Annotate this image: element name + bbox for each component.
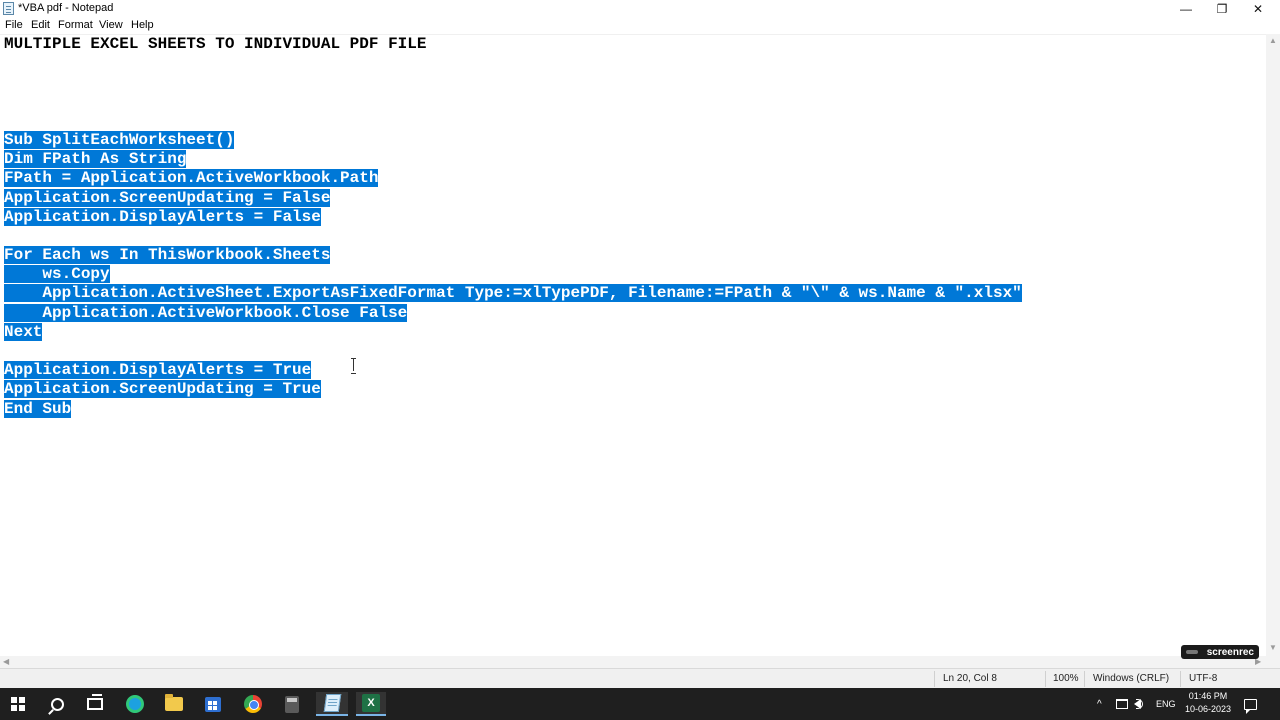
cursor-position: Ln 20, Col 8 — [943, 673, 997, 684]
store-icon — [205, 696, 221, 712]
notepad-app-icon — [3, 2, 14, 15]
editor-line: Application.DisplayAlerts = True — [4, 361, 1022, 380]
selected-line-text: Next — [4, 322, 43, 341]
notepad-icon — [323, 694, 341, 712]
menu-bar: File Edit Format View Help — [0, 18, 1280, 34]
show-hidden-icons-chevron-icon[interactable]: ^ — [1097, 688, 1102, 720]
clock-date: 10-06-2023 — [1184, 704, 1232, 714]
search-button[interactable] — [43, 692, 71, 716]
selected-line-text: Application.DisplayAlerts = True — [4, 361, 312, 380]
horizontal-scrollbar[interactable] — [0, 656, 1266, 668]
notifications-button[interactable] — [1244, 688, 1257, 720]
taskbar: X ^ ENG 01:46 PM 10-06-2023 — [0, 688, 1280, 720]
selected-line-text: Application.DisplayAlerts = False — [4, 207, 321, 226]
status-bar: Ln 20, Col 8 100% Windows (CRLF) UTF-8 — [0, 668, 1280, 688]
editor-line: Application.ScreenUpdating = True — [4, 380, 1022, 399]
notepad-taskbar-button[interactable] — [316, 692, 348, 716]
scroll-down-arrow-icon[interactable]: ▼ — [1269, 643, 1277, 652]
selected-line-text: Application.ScreenUpdating = True — [4, 380, 321, 399]
excel-icon: X — [362, 694, 380, 712]
edge-button[interactable] — [121, 692, 149, 716]
calculator-button[interactable] — [278, 692, 306, 716]
menu-edit[interactable]: Edit — [31, 19, 50, 31]
close-button[interactable]: ✕ — [1240, 0, 1276, 18]
input-language[interactable]: ENG — [1156, 688, 1176, 720]
chrome-button[interactable] — [239, 692, 267, 716]
editor-text: MULTIPLE EXCEL SHEETS TO INDIVIDUAL PDF … — [4, 35, 1022, 419]
restore-button[interactable]: ❐ — [1204, 0, 1240, 18]
selected-line-text: Application.ScreenUpdating = False — [4, 188, 331, 207]
volume-button[interactable] — [1134, 688, 1143, 720]
screenrec-watermark: screenrec — [1181, 645, 1259, 659]
selected-line-text: Sub SplitEachWorksheet() — [4, 130, 235, 149]
edge-icon — [126, 695, 144, 713]
text-editor[interactable]: MULTIPLE EXCEL SHEETS TO INDIVIDUAL PDF … — [0, 34, 1266, 656]
selected-line-text: For Each ws In ThisWorkbook.Sheets — [4, 246, 331, 265]
minimize-button[interactable]: — — [1168, 0, 1204, 18]
file-explorer-icon — [165, 694, 183, 711]
window-title: *VBA pdf - Notepad — [18, 2, 114, 14]
windows-start-icon — [11, 697, 25, 711]
editor-line: Application.ActiveSheet.ExportAsFixedFor… — [4, 284, 1022, 303]
editor-line: End Sub — [4, 399, 1022, 419]
editor-line: Dim FPath As String — [4, 150, 1022, 169]
notification-icon — [1244, 698, 1257, 714]
volume-icon — [1134, 699, 1143, 709]
status-separator — [1045, 671, 1046, 687]
editor-line: Application.ActiveWorkbook.Close False — [4, 303, 1022, 323]
network-icon — [1116, 699, 1128, 709]
clock-time: 01:46 PM — [1188, 691, 1228, 701]
file-explorer-button[interactable] — [160, 692, 188, 716]
editor-line: Application.DisplayAlerts = False — [4, 207, 1022, 227]
menu-file[interactable]: File — [5, 19, 23, 31]
clock[interactable]: 01:46 PM 10-06-2023 — [1184, 690, 1232, 716]
line-ending: Windows (CRLF) — [1093, 673, 1170, 684]
network-button[interactable] — [1116, 688, 1128, 720]
editor-line: FPath = Application.ActiveWorkbook.Path — [4, 169, 1022, 188]
editor-line: For Each ws In ThisWorkbook.Sheets — [4, 246, 1022, 265]
selected-line-text: Application.ActiveSheet.ExportAsFixedFor… — [4, 284, 1022, 303]
editor-line: Application.ScreenUpdating = False — [4, 188, 1022, 208]
title-bar: *VBA pdf - Notepad — ❐ ✕ — [0, 0, 1280, 18]
chrome-icon — [244, 695, 262, 713]
menu-format[interactable]: Format — [58, 19, 93, 31]
selected-line-text: End Sub — [4, 399, 72, 418]
vertical-scrollbar[interactable] — [1266, 34, 1280, 656]
menu-help[interactable]: Help — [131, 19, 154, 31]
scroll-left-arrow-icon[interactable]: ◀ — [3, 657, 9, 666]
text-cursor-icon — [350, 358, 358, 374]
selected-line-text: Dim FPath As String — [4, 150, 187, 169]
scroll-up-arrow-icon[interactable]: ▲ — [1269, 36, 1277, 45]
editor-line: Next — [4, 322, 1022, 342]
task-view-button[interactable] — [81, 692, 109, 716]
editor-line: Sub SplitEachWorksheet() — [4, 130, 1022, 150]
status-separator — [1084, 671, 1085, 687]
line-text: MULTIPLE EXCEL SHEETS TO INDIVIDUAL PDF … — [4, 35, 427, 53]
status-separator — [1180, 671, 1181, 687]
selected-line-text: Application.ActiveWorkbook.Close False — [4, 303, 408, 322]
scrollbar-corner — [1266, 656, 1280, 668]
editor-line: MULTIPLE EXCEL SHEETS TO INDIVIDUAL PDF … — [4, 35, 1022, 54]
selected-line-text: FPath = Application.ActiveWorkbook.Path — [4, 169, 379, 188]
calculator-icon — [285, 695, 299, 713]
task-view-icon — [87, 694, 103, 710]
status-separator — [934, 671, 935, 687]
start-button[interactable] — [4, 692, 32, 716]
menu-view[interactable]: View — [99, 19, 123, 31]
zoom-level: 100% — [1053, 673, 1079, 684]
editor-line: ws.Copy — [4, 265, 1022, 284]
store-button[interactable] — [199, 692, 227, 716]
encoding: UTF-8 — [1189, 673, 1218, 684]
selected-line-text: ws.Copy — [4, 265, 110, 284]
excel-taskbar-button[interactable]: X — [356, 692, 386, 716]
search-icon — [50, 697, 64, 711]
